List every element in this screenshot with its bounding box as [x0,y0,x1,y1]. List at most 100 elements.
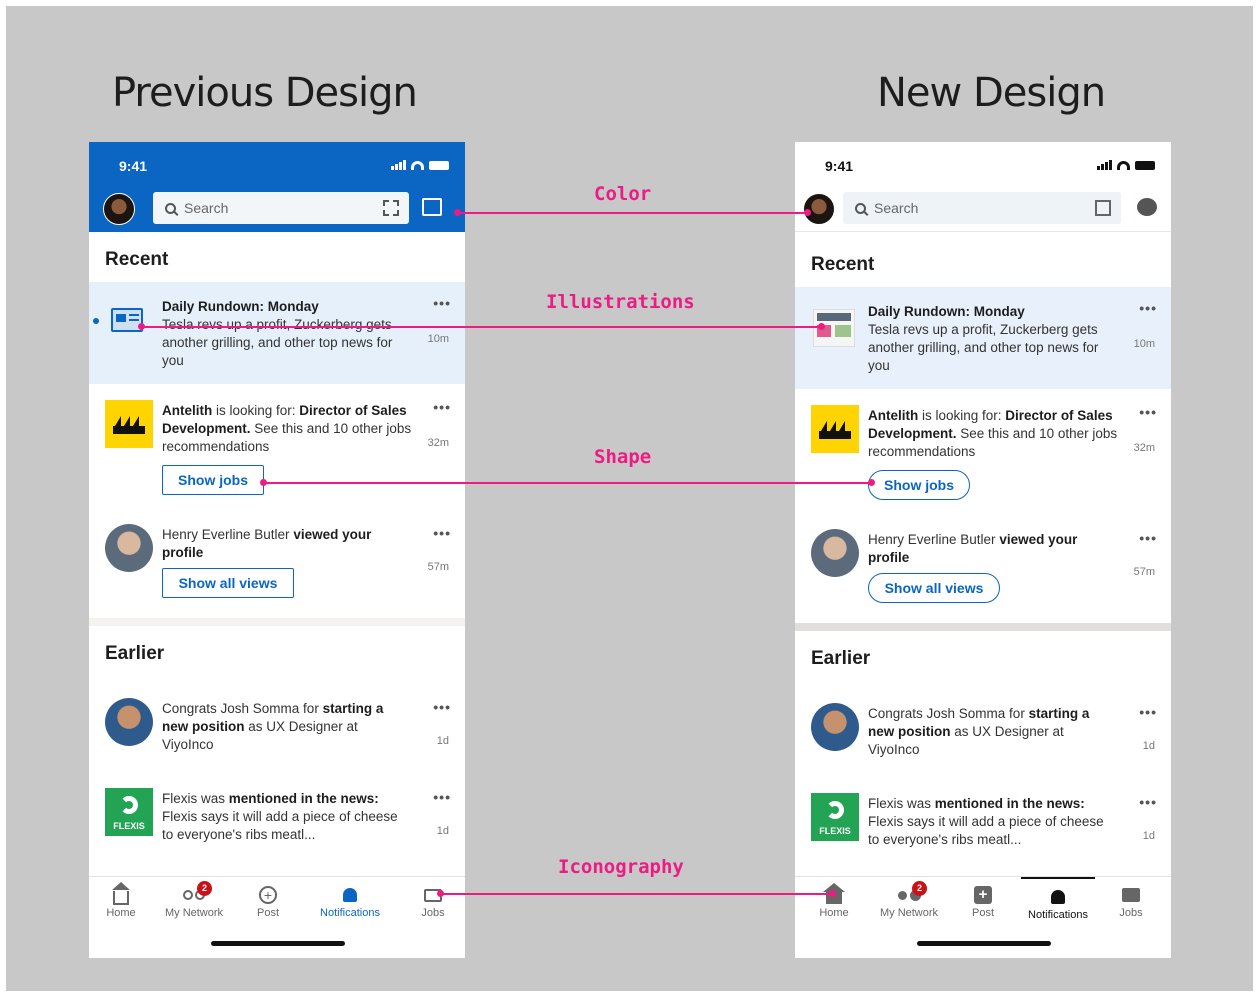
nav-network-label: My Network [164,907,224,919]
post-icon: + [233,885,303,905]
show-jobs-button[interactable]: Show jobs [162,465,264,495]
rundown-title: Daily Rundown: Monday [868,304,1025,319]
notification-flexis[interactable]: FLEXIS Flexis was mentioned in the news:… [89,780,465,854]
connector-dot [868,479,875,486]
more-options-icon[interactable]: ••• [433,398,451,416]
more-options-icon[interactable]: ••• [1139,529,1157,547]
nav-notifications[interactable]: Notifications [1021,877,1095,921]
connector-dot [437,890,444,897]
section-divider [89,618,465,626]
qr-code-icon[interactable] [1095,200,1111,216]
phone-previous-design: 9:41 Search Recent Daily Rundown: Monday… [89,142,465,958]
heading-previous-design: Previous Design [112,70,418,116]
person-avatar [811,703,859,751]
company-logo [105,400,153,448]
briefcase-icon [398,885,465,905]
show-all-views-button[interactable]: Show all views [868,573,1000,603]
notification-time: 10m [1133,338,1155,350]
nav-my-network[interactable]: 2 My Network [874,881,944,919]
more-options-icon[interactable]: ••• [433,524,451,542]
nav-post-label: Post [256,907,279,919]
flexis-rest: Flexis says it will add a piece of chees… [162,809,398,842]
messaging-icon[interactable] [422,198,442,216]
profile-avatar[interactable] [103,193,135,225]
nav-jobs[interactable]: Jobs [1096,885,1166,919]
home-icon [89,882,156,905]
status-bar: 9:41 [89,142,465,186]
unread-indicator [93,318,99,324]
network-icon: 2 [159,881,229,905]
show-jobs-button[interactable]: Show jobs [868,470,970,500]
connector-dot [454,209,461,216]
notification-time: 1d [436,735,449,747]
search-icon [855,202,866,214]
bottom-navigation: Home 2 My Network + Post Notifications J… [795,876,1171,934]
notification-profile-views[interactable]: Henry Everline Butler viewed your profil… [795,525,1171,621]
post-icon: + [948,885,1018,905]
person-avatar [811,529,859,577]
wifi-icon [411,161,424,170]
nav-jobs-label: Jobs [421,907,445,919]
connector-dot [260,479,267,486]
earlier-title: Earlier [811,648,871,669]
connector-dot [829,890,836,897]
job-company: Antelith [868,408,919,423]
messaging-icon[interactable] [1137,198,1157,216]
signal-icon [1097,160,1112,170]
notification-congrats[interactable]: Congrats Josh Somma for starting a new p… [795,695,1171,769]
more-options-icon[interactable]: ••• [1139,403,1157,421]
nav-notifications[interactable]: Notifications [315,885,385,919]
show-all-views-button[interactable]: Show all views [162,568,294,598]
flexis-logo: FLEXIS [105,788,153,836]
nav-post[interactable]: + Post [948,885,1018,919]
home-indicator [917,941,1051,946]
notification-job[interactable]: Antelith is looking for: Director of Sal… [89,392,465,504]
nav-my-network[interactable]: 2 My Network [159,881,229,919]
rundown-body: Tesla revs up a profit, Zuckerberg gets … [162,317,393,368]
signal-icon [391,160,406,170]
notification-congrats[interactable]: Congrats Josh Somma for starting a new p… [89,690,465,764]
status-icons [391,160,449,170]
nav-home[interactable]: Home [89,882,156,919]
search-input[interactable]: Search [843,192,1121,224]
annotation-iconography: Iconography [558,856,684,878]
more-options-icon[interactable]: ••• [1139,793,1157,811]
flexis-lead: Flexis was [868,796,935,811]
flexis-logo-text: FLEXIS [819,826,851,836]
search-input[interactable]: Search [153,192,409,224]
more-options-icon[interactable]: ••• [1139,299,1157,317]
notification-profile-views[interactable]: Henry Everline Butler viewed your profil… [89,520,465,616]
nav-jobs-label: Jobs [1119,907,1143,919]
nav-home-label: Home [106,907,136,919]
rundown-title: Daily Rundown: Monday [162,299,319,314]
notification-daily-rundown[interactable]: Daily Rundown: Monday Tesla revs up a pr… [89,282,465,384]
job-mid: is looking for: [212,403,300,418]
more-options-icon[interactable]: ••• [1139,703,1157,721]
notification-time: 57m [1133,566,1155,578]
annotation-shape: Shape [594,446,652,468]
notification-daily-rundown[interactable]: Daily Rundown: Monday Tesla revs up a pr… [795,287,1171,389]
home-indicator [211,941,345,946]
more-options-icon[interactable]: ••• [433,698,451,716]
connector-iconography [440,893,832,895]
qr-code-icon[interactable] [383,200,399,216]
nav-post[interactable]: + Post [233,885,303,919]
earlier-title: Earlier [105,643,165,664]
phone-new-design: 9:41 Search Recent Daily Rundown: Monday… [795,142,1171,958]
search-icon [165,202,176,214]
more-options-icon[interactable]: ••• [433,294,451,312]
more-options-icon[interactable]: ••• [433,788,451,806]
recent-title: Recent [811,254,875,275]
briefcase-icon [1096,885,1166,905]
nav-network-label: My Network [879,907,939,919]
connector-illustrations [141,326,821,328]
notification-flexis[interactable]: FLEXIS Flexis was mentioned in the news:… [795,785,1171,859]
status-time: 9:41 [825,158,854,174]
nav-jobs[interactable]: Jobs [398,885,465,919]
person-avatar [105,524,153,572]
flexis-logo: FLEXIS [811,793,859,841]
notification-job[interactable]: Antelith is looking for: Director of Sal… [795,397,1171,509]
battery-icon [429,161,449,170]
status-time: 9:41 [119,158,148,174]
congrats-lead: Congrats Josh Somma for [162,701,323,716]
